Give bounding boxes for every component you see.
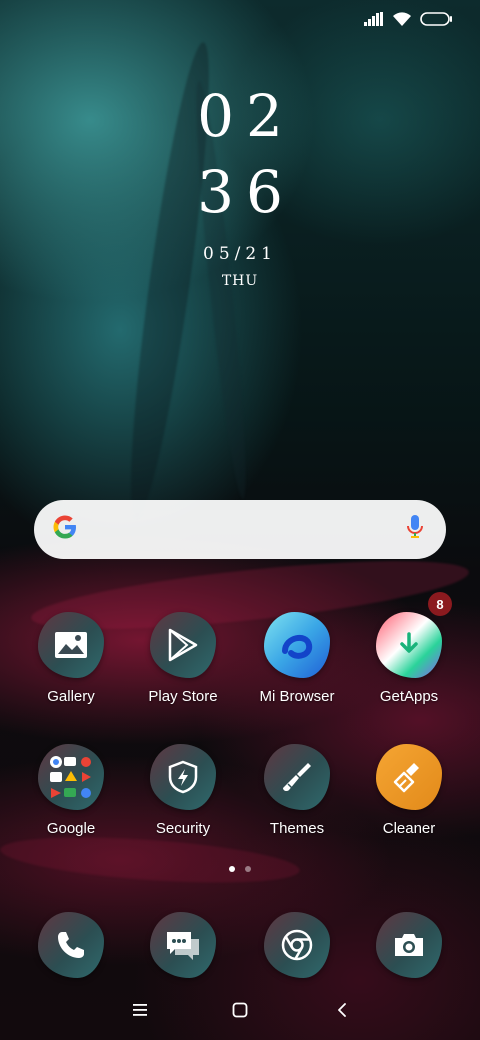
- app-label: Cleaner: [382, 820, 436, 837]
- app-security[interactable]: Security: [128, 740, 238, 837]
- home-button[interactable]: [220, 998, 260, 1026]
- app-label: GetApps: [379, 688, 439, 705]
- app-play-store[interactable]: Play Store: [128, 608, 238, 705]
- clock-day: THU: [221, 273, 259, 289]
- signal-icon: [364, 11, 384, 31]
- google-search-bar[interactable]: [34, 500, 446, 559]
- battery-icon: [420, 11, 452, 31]
- app-getapps[interactable]: 8 GetApps: [354, 592, 464, 705]
- messages-icon: [146, 908, 220, 982]
- menu-icon: [132, 1003, 148, 1022]
- clock-hour[interactable]: 02: [0, 82, 480, 150]
- themes-icon: [260, 740, 334, 814]
- app-gallery[interactable]: Gallery: [16, 608, 126, 705]
- app-themes[interactable]: Themes: [242, 740, 352, 837]
- phone-icon: [34, 908, 108, 982]
- page-dot[interactable]: [245, 866, 251, 872]
- app-label: Gallery: [47, 688, 95, 705]
- notification-badge: 8: [428, 592, 452, 616]
- back-button[interactable]: [322, 998, 362, 1026]
- dock-camera[interactable]: [354, 908, 464, 982]
- getapps-icon: [372, 608, 446, 682]
- page-indicator: [0, 866, 480, 872]
- dock-phone[interactable]: [16, 908, 126, 982]
- app-label: Play Store: [148, 688, 218, 705]
- google-g-icon: [52, 514, 78, 545]
- folder-google[interactable]: Google: [16, 740, 126, 837]
- security-icon: [146, 740, 220, 814]
- gallery-icon: [34, 608, 108, 682]
- menu-button[interactable]: [120, 998, 160, 1026]
- app-label: Google: [46, 820, 96, 837]
- app-cleaner[interactable]: Cleaner: [354, 740, 464, 837]
- app-mi-browser[interactable]: Mi Browser: [242, 608, 352, 705]
- mi-browser-icon: [260, 608, 334, 682]
- app-label: Mi Browser: [259, 688, 335, 705]
- dock-chrome[interactable]: [242, 908, 352, 982]
- status-bar: [364, 10, 452, 32]
- clock-date: 05/21: [203, 244, 277, 264]
- cleaner-icon: [372, 740, 446, 814]
- page-dot-active[interactable]: [229, 866, 235, 872]
- wallpaper-streak: [0, 829, 302, 891]
- chrome-icon: [260, 908, 334, 982]
- wifi-icon: [392, 11, 412, 32]
- dock-messages[interactable]: [128, 908, 238, 982]
- home-icon: [232, 1002, 248, 1023]
- microphone-icon[interactable]: [406, 514, 424, 545]
- clock-minute[interactable]: 36: [0, 158, 480, 226]
- camera-icon: [372, 908, 446, 982]
- navigation-bar: [0, 998, 480, 1026]
- app-label: Security: [155, 820, 211, 837]
- google-folder-icon: [34, 740, 108, 814]
- back-icon: [336, 1002, 348, 1023]
- play-store-icon: [146, 608, 220, 682]
- app-label: Themes: [269, 820, 325, 837]
